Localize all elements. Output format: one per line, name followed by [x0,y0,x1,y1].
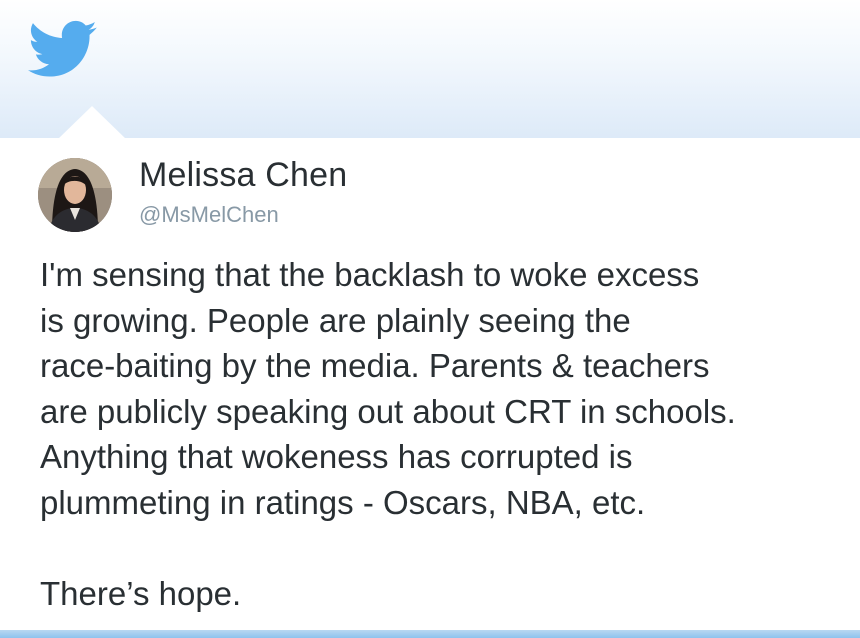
tweet-text-line: I'm sensing that the backlash to woke ex… [40,256,700,293]
tweet-text-line: are publicly speaking out about CRT in s… [40,392,736,430]
tweet-text: I'm sensing that the backlash to woke ex… [40,252,850,616]
tweet-text-line: is growing. People are plainly seeing th… [40,301,631,339]
tweet-text-line: race-baiting by the media. Parents & tea… [40,347,710,384]
author-handle[interactable]: @MsMelChen [139,202,279,228]
bottom-accent-bar [0,630,860,638]
avatar[interactable] [38,158,112,232]
twitter-bird-icon [28,20,97,77]
tweet-text-line: Anything that wokeness has corrupted is [40,438,633,475]
profile-photo [38,158,112,232]
tweet-text-line: plummeting in ratings - Oscars, NBA, etc… [40,483,646,521]
card-pointer [58,106,126,139]
tweet-closing-line: There’s hope. [40,574,242,612]
tweet-header [0,0,860,138]
author-name[interactable]: Melissa Chen [139,156,347,195]
